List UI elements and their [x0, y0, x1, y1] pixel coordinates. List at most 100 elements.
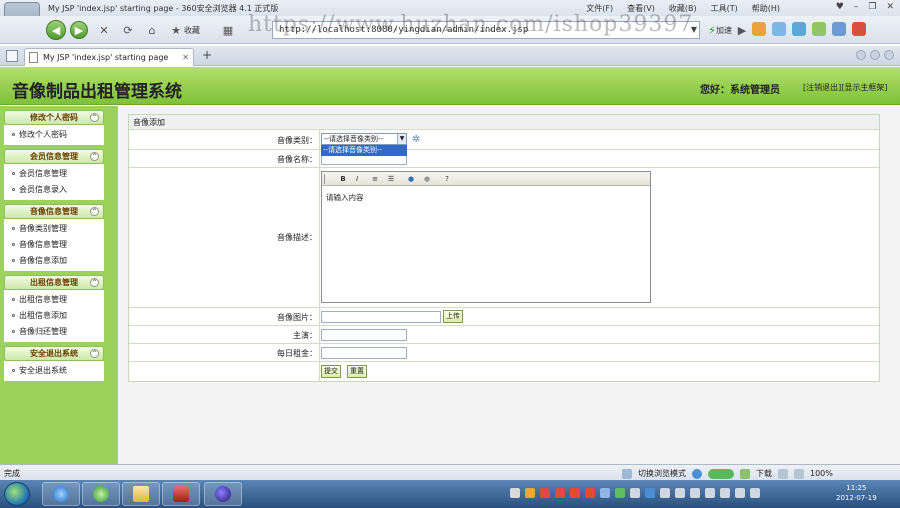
start-button[interactable] — [4, 482, 30, 506]
link-icon[interactable]: ● — [406, 174, 416, 184]
address-bar[interactable]: http://localhost:8080/yingdian/admin/ind… — [272, 21, 700, 39]
tray-icon[interactable] — [660, 488, 670, 498]
collapse-icon[interactable]: ^ — [90, 207, 99, 216]
sidebar-item-change-password[interactable]: 修改个人密码 — [4, 127, 104, 143]
address-dropdown-icon[interactable]: ▼ — [688, 21, 700, 39]
tray-icon[interactable] — [600, 488, 610, 498]
tray-icon[interactable] — [720, 488, 730, 498]
sound-icon[interactable] — [778, 468, 788, 479]
image-path-input[interactable] — [321, 311, 441, 323]
explorer-taskbar-icon[interactable] — [122, 482, 160, 506]
sidebar-group-header[interactable]: 安全退出系统 ^ — [4, 346, 104, 361]
restore-icon[interactable]: ❐ — [868, 2, 876, 12]
menu-tools[interactable]: 工具(T) — [711, 3, 738, 14]
tray-icon[interactable] — [690, 488, 700, 498]
collapse-icon[interactable]: ^ — [90, 152, 99, 161]
tab-index[interactable]: My JSP 'index.jsp' starting page ✕ — [24, 48, 194, 66]
category-option[interactable]: --请选择音像类别-- — [321, 145, 407, 156]
tray-icon[interactable] — [570, 488, 580, 498]
skin-icon[interactable]: ♥ — [836, 2, 844, 12]
rich-text-editor[interactable]: B I ≡ ☰ ● ● ? 请输入内容 — [321, 171, 651, 303]
app-taskbar-icon[interactable] — [162, 482, 200, 506]
daily-rent-input[interactable] — [321, 347, 407, 359]
sidebar-item-logout[interactable]: 安全退出系统 — [4, 363, 104, 379]
menu-favorites[interactable]: 收藏(B) — [669, 3, 697, 14]
sidebar-item-media-manage[interactable]: 音像信息管理 — [4, 237, 104, 253]
extension-icon[interactable] — [832, 22, 846, 36]
extension-icon[interactable] — [812, 22, 826, 36]
zoom-level[interactable]: 100% — [810, 469, 833, 478]
sidebar-item-member-manage[interactable]: 会员信息管理 — [4, 166, 104, 182]
extension-icon[interactable] — [772, 22, 786, 36]
minimize-icon[interactable]: – — [854, 2, 859, 12]
globe-icon[interactable] — [692, 468, 702, 479]
upload-button[interactable]: 上传 — [443, 310, 463, 323]
zoom-icon[interactable] — [794, 468, 804, 479]
tray-icon[interactable] — [675, 488, 685, 498]
sidebar-item-rental-manage[interactable]: 出租信息管理 — [4, 292, 104, 308]
360-browser-taskbar-icon[interactable] — [82, 482, 120, 506]
download-label[interactable]: 下载 — [756, 468, 772, 479]
category-select[interactable]: --请选择音像类别-- ▼ — [321, 133, 407, 145]
sidebar-item-media-return[interactable]: 音像归还管理 — [4, 324, 104, 340]
tray-icon[interactable] — [750, 488, 760, 498]
favorites-icon[interactable]: ★ — [168, 22, 184, 38]
go-icon[interactable]: ▶ — [734, 22, 750, 38]
show-main-frame-link[interactable]: [显示主框架] — [841, 83, 887, 92]
collapse-icon[interactable]: ^ — [90, 113, 99, 122]
download-icon[interactable] — [740, 468, 750, 479]
stop-icon[interactable]: ✕ — [96, 22, 112, 38]
browse-mode-label[interactable]: 切换浏览模式 — [638, 468, 686, 479]
submit-button[interactable]: 提交 — [321, 365, 341, 378]
extension-icon[interactable] — [852, 22, 866, 36]
editor-content[interactable]: 请输入内容 — [322, 186, 650, 209]
new-tab-icon[interactable]: + — [198, 49, 216, 63]
favorites-label[interactable]: 收藏 — [184, 25, 200, 36]
menu-help[interactable]: 帮助(H) — [752, 3, 780, 14]
tray-icon[interactable] — [540, 488, 550, 498]
extension-icon[interactable] — [792, 22, 806, 36]
unlink-icon[interactable]: ● — [422, 174, 432, 184]
ordered-list-icon[interactable]: ≡ — [370, 174, 380, 184]
tab-menu-icon[interactable] — [884, 50, 894, 60]
accelerate-label[interactable]: 加速 — [716, 25, 732, 36]
home-icon[interactable]: ⌂ — [144, 22, 160, 38]
extension-icon[interactable] — [752, 22, 766, 36]
tray-icon[interactable] — [705, 488, 715, 498]
taskbar-clock[interactable]: 11:25 2012-07-19 — [836, 483, 877, 503]
help-icon[interactable]: ? — [442, 174, 452, 184]
ie-taskbar-icon[interactable] — [42, 482, 80, 506]
tab-list-icon[interactable] — [856, 50, 866, 60]
reset-button[interactable]: 重置 — [347, 365, 367, 378]
tray-icon[interactable] — [645, 488, 655, 498]
tray-icon[interactable] — [555, 488, 565, 498]
eclipse-taskbar-icon[interactable] — [204, 482, 242, 506]
sidebar-toggle-icon[interactable] — [6, 50, 18, 62]
menu-file[interactable]: 文件(F) — [586, 3, 613, 14]
sidebar-item-media-add[interactable]: 音像信息添加 — [4, 253, 104, 269]
back-icon[interactable]: ◀ — [46, 20, 66, 40]
sidebar-group-header[interactable]: 修改个人密码 ^ — [4, 110, 104, 125]
italic-icon[interactable]: I — [352, 174, 362, 184]
tab-close-icon[interactable]: ✕ — [182, 49, 189, 66]
collapse-icon[interactable]: ^ — [90, 278, 99, 287]
logout-link[interactable]: [注销退出] — [803, 83, 841, 92]
sidebar-group-header[interactable]: 会员信息管理 ^ — [4, 149, 104, 164]
actor-input[interactable] — [321, 329, 407, 341]
tray-icon[interactable] — [630, 488, 640, 498]
tray-icon[interactable] — [735, 488, 745, 498]
tray-icon[interactable] — [615, 488, 625, 498]
tools-icon[interactable]: ▦ — [220, 22, 236, 38]
bold-icon[interactable]: B — [338, 174, 348, 184]
refresh-icon[interactable]: ⟳ — [120, 22, 136, 38]
sidebar-item-media-category[interactable]: 音像类别管理 — [4, 221, 104, 237]
sidebar-group-header[interactable]: 音像信息管理 ^ — [4, 204, 104, 219]
forward-icon[interactable]: ▶ — [70, 21, 88, 39]
tray-icon[interactable] — [510, 488, 520, 498]
menu-view[interactable]: 查看(V) — [627, 3, 655, 14]
toggle-icon[interactable] — [708, 468, 734, 479]
collapse-icon[interactable]: ^ — [90, 349, 99, 358]
tray-icon[interactable] — [525, 488, 535, 498]
tab-restore-icon[interactable] — [870, 50, 880, 60]
tray-icon[interactable] — [585, 488, 595, 498]
